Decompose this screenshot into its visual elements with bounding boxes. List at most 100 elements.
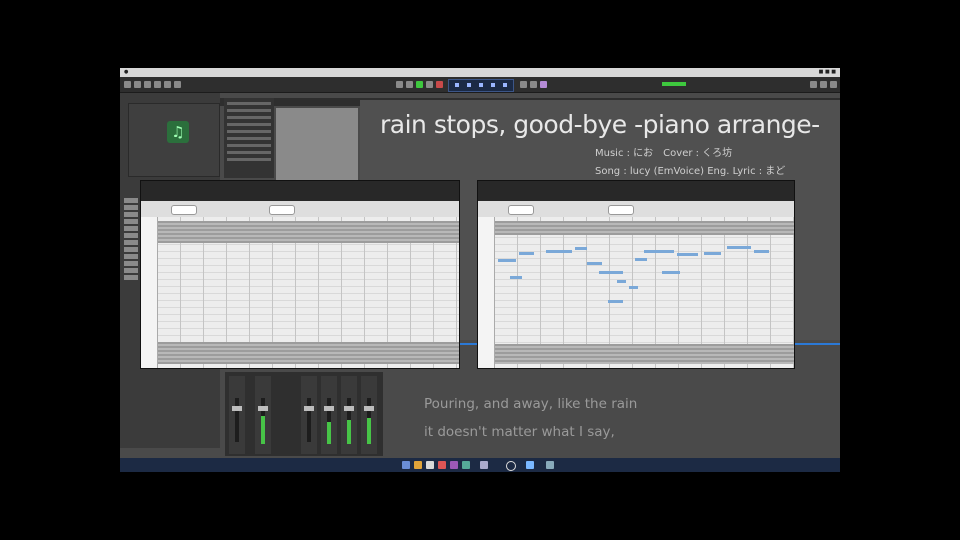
midi-note[interactable]	[599, 271, 624, 274]
inspector-button[interactable]	[134, 81, 141, 88]
record-button[interactable]	[436, 81, 443, 88]
list-item[interactable]	[124, 275, 138, 280]
tuner-button[interactable]	[530, 81, 537, 88]
snap-button[interactable]	[269, 205, 295, 215]
fader-cap[interactable]	[304, 406, 314, 411]
midi-note[interactable]	[661, 271, 680, 274]
app-icon[interactable]	[526, 461, 534, 469]
list-item[interactable]	[124, 233, 138, 238]
velocity-band	[495, 221, 794, 235]
tool-button[interactable]	[171, 205, 197, 215]
master-meter	[662, 82, 686, 86]
list-item[interactable]	[124, 240, 138, 245]
mixer-panel	[225, 372, 383, 456]
video-title: rain stops, good-bye -piano arrange-	[380, 110, 820, 139]
list-item[interactable]	[124, 254, 138, 259]
midi-note[interactable]	[518, 251, 534, 255]
app-icon[interactable]	[450, 461, 458, 469]
velocity-band	[158, 221, 459, 243]
midi-note[interactable]	[644, 250, 674, 253]
mixer-button[interactable]	[164, 81, 171, 88]
inspector-panel	[224, 98, 274, 178]
midi-note[interactable]	[635, 257, 647, 261]
volume-fader[interactable]	[307, 398, 311, 442]
browser-icon[interactable]	[426, 461, 434, 469]
piano-roll-window	[141, 201, 459, 368]
piano-keys[interactable]	[141, 217, 158, 368]
midi-note[interactable]	[754, 250, 770, 253]
snap-button[interactable]	[608, 205, 634, 215]
fader-cap[interactable]	[344, 406, 354, 411]
clock-icon[interactable]	[506, 461, 516, 471]
velocity-band	[158, 342, 459, 364]
midi-note[interactable]	[545, 250, 573, 253]
note-grid[interactable]	[495, 217, 794, 368]
channel-strip	[301, 376, 317, 454]
play-button[interactable]	[416, 81, 423, 88]
metronome-button[interactable]	[540, 81, 547, 88]
velocity-band	[495, 344, 794, 364]
list-item[interactable]	[124, 261, 138, 266]
channel-strip	[255, 376, 271, 454]
midi-note[interactable]	[703, 251, 722, 255]
list-editors-button[interactable]	[810, 81, 817, 88]
channel-strip	[229, 376, 245, 454]
notepad-button[interactable]	[820, 81, 827, 88]
toolbar-button[interactable]	[144, 81, 151, 88]
clock: ■ ■ ■	[818, 69, 836, 75]
list-item[interactable]	[124, 212, 138, 217]
midi-note[interactable]	[608, 299, 624, 303]
lcd-display[interactable]	[448, 79, 514, 92]
fader-cap[interactable]	[364, 406, 374, 411]
library-list	[124, 198, 140, 298]
midi-note[interactable]	[575, 247, 588, 250]
midi-note[interactable]	[617, 280, 627, 283]
list-item[interactable]	[124, 198, 138, 203]
apple-menu-icon[interactable]: ●	[124, 69, 128, 75]
fader-cap[interactable]	[232, 406, 242, 411]
list-item[interactable]	[124, 205, 138, 210]
list-item[interactable]	[124, 247, 138, 252]
app-icon[interactable]	[480, 461, 488, 469]
fader-cap[interactable]	[324, 406, 334, 411]
folder-icon[interactable]	[414, 461, 422, 469]
fader-cap[interactable]	[258, 406, 268, 411]
stop-button[interactable]	[426, 81, 433, 88]
app-icon[interactable]	[546, 461, 554, 469]
menu-bar: ● ■ ■ ■	[120, 68, 840, 77]
editor-header	[141, 181, 459, 201]
control-bar	[120, 77, 840, 93]
app-icon[interactable]	[438, 461, 446, 469]
piano-keys[interactable]	[478, 217, 495, 368]
piano-roll-right	[477, 180, 795, 369]
editors-button[interactable]	[174, 81, 181, 88]
lyric-line-1: Pouring, and away, like the rain	[424, 396, 638, 412]
cycle-button[interactable]	[520, 81, 527, 88]
volume-fader[interactable]	[235, 398, 239, 442]
credits-music-cover: Music : にお Cover : くろ坊	[595, 148, 733, 159]
rewind-button[interactable]	[396, 81, 403, 88]
piano-roll-window	[478, 201, 794, 368]
channel-strip	[361, 376, 377, 454]
list-item[interactable]	[124, 219, 138, 224]
list-item[interactable]	[124, 268, 138, 273]
browser-button[interactable]	[830, 81, 837, 88]
midi-note[interactable]	[629, 286, 639, 289]
library-button[interactable]	[124, 81, 131, 88]
midi-note[interactable]	[509, 275, 522, 279]
note-grid[interactable]	[158, 217, 459, 368]
midi-note[interactable]	[497, 259, 516, 262]
piano-roll-left	[140, 180, 460, 369]
list-item[interactable]	[124, 226, 138, 231]
start-icon[interactable]	[402, 461, 410, 469]
midi-note[interactable]	[587, 262, 603, 265]
smart-controls-button[interactable]	[154, 81, 161, 88]
editor-header	[478, 181, 794, 201]
tool-button[interactable]	[508, 205, 534, 215]
channel-strip	[321, 376, 337, 454]
midi-note[interactable]	[727, 245, 752, 249]
app-icon[interactable]	[462, 461, 470, 469]
track-artwork: ♫	[128, 103, 220, 177]
midi-note[interactable]	[676, 253, 698, 256]
forward-button[interactable]	[406, 81, 413, 88]
